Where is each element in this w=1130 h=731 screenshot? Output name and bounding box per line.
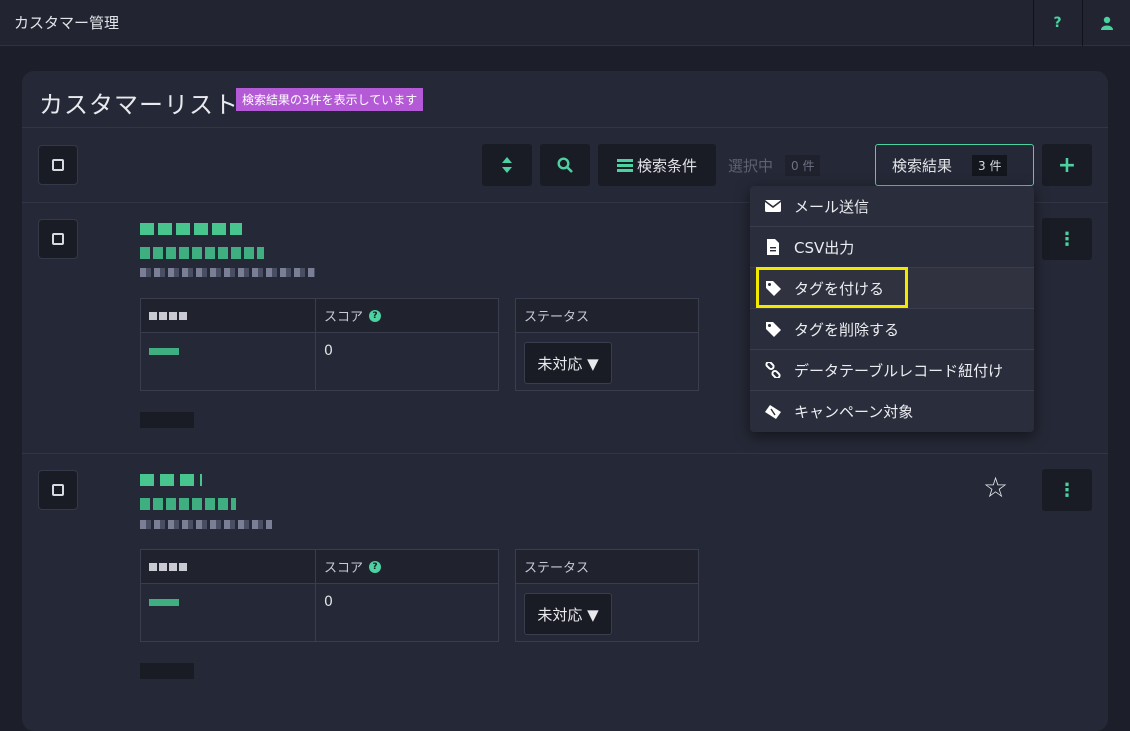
favorite-star-icon[interactable]: ☆ [983,471,1008,504]
status-label: ステータス [524,310,590,325]
field-value-redacted [149,599,179,606]
score-label: スコア [324,561,364,576]
status-label: ステータス [524,561,590,576]
menu-item-label: メール送信 [794,197,870,216]
menu-item-campaign-target[interactable]: キャンペーン対象 [750,391,1034,432]
add-button[interactable]: + [1042,144,1092,186]
selected-button[interactable]: 選択中 0 件 [728,144,868,186]
menu-item-label: CSV出力 [794,238,855,257]
status-select[interactable]: 未対応 ▼ [524,593,612,635]
sort-button[interactable] [482,144,532,186]
highlight-box [756,267,908,308]
record-field-1 [140,298,316,391]
search-results-button[interactable]: 検索結果 3 件 [875,144,1034,186]
field-value-redacted [149,348,179,355]
record-tag-redacted [140,412,194,428]
record-menu-button[interactable]: ⋮ [1042,469,1092,511]
field-label-redacted [149,311,189,320]
record-field-status: ステータス 未対応 ▼ [515,549,699,642]
record-email-redacted [140,268,315,277]
results-action-menu: メール送信 CSV出力 タグを付ける タグを削除する データテーブルレコード紐付… [750,186,1034,432]
divider [22,127,1108,128]
record-field-score: スコア? 0 [315,298,499,391]
menu-item-label: キャンペーン対象 [794,403,914,421]
search-results-label: 検索結果 [892,156,953,175]
record-subname-redacted [140,247,264,259]
plus-icon: + [1057,152,1077,178]
record-field-1 [140,549,316,642]
user-icon [1100,16,1113,30]
menu-item-label: データテーブルレコード紐付け [794,361,1004,380]
divider [22,453,1108,454]
score-value: 0 [324,594,333,610]
select-all-checkbox[interactable] [38,145,78,185]
search-button[interactable] [540,144,590,186]
record-tag-redacted [140,663,194,679]
more-vertical-icon: ⋮ [1058,479,1076,501]
score-value: 0 [324,343,333,359]
selected-label: 選択中 [728,156,774,175]
record-name-redacted [140,223,242,235]
record-name-redacted [140,474,202,486]
menu-item-label: タグを削除する [794,320,900,339]
record-field-status: ステータス 未対応 ▼ [515,298,699,391]
record-email-redacted [140,520,272,529]
app-title: カスタマー管理 [14,14,120,32]
page-title: カスタマーリスト [39,91,239,119]
help-icon: ? [1053,15,1062,31]
help-button[interactable]: ? [1033,0,1081,46]
sort-icon [502,157,512,173]
file-icon [765,239,781,255]
menu-item-link-datatable[interactable]: データテーブルレコード紐付け [750,350,1034,391]
link-icon [765,362,781,378]
menu-item-send-mail[interactable]: メール送信 [750,186,1034,227]
help-circle-icon[interactable]: ? [369,309,382,322]
more-vertical-icon: ⋮ [1058,228,1076,250]
help-circle-icon[interactable]: ? [369,560,382,573]
record-checkbox[interactable] [38,470,78,510]
record-checkbox[interactable] [38,219,78,259]
search-icon [557,157,573,173]
record-menu-button[interactable]: ⋮ [1042,218,1092,260]
user-button[interactable] [1082,0,1130,46]
top-bar: カスタマー管理 ? [0,0,1130,46]
search-conditions-label: 検索条件 [636,156,697,175]
selected-count: 0 件 [785,154,821,176]
field-label-redacted [149,562,189,571]
search-results-count: 3 件 [972,154,1008,176]
tag-icon [765,321,781,337]
search-conditions-button[interactable]: 検索条件 [598,144,716,186]
list-icon [616,158,633,172]
status-select[interactable]: 未対応 ▼ [524,342,612,384]
record-subname-redacted [140,498,236,510]
menu-item-csv-export[interactable]: CSV出力 [750,227,1034,268]
menu-item-remove-tag[interactable]: タグを削除する [750,309,1034,350]
ticket-icon [765,404,781,419]
score-label: スコア [324,310,364,325]
record-field-score: スコア? 0 [315,549,499,642]
result-count-badge: 検索結果の3件を表示しています [236,88,424,111]
envelope-icon [765,200,781,212]
